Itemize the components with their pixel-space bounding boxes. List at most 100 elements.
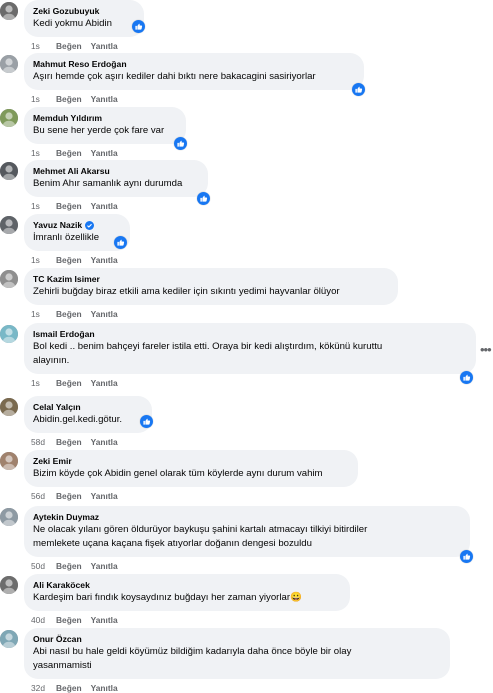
comment-text: alayının. <box>33 355 70 366</box>
timestamp[interactable]: 40d <box>31 615 47 625</box>
like-button[interactable]: Beğen <box>56 561 82 571</box>
comment-actions: 1s Beğen Yanıtla <box>31 148 118 158</box>
reply-button[interactable]: Yanıtla <box>91 94 118 104</box>
like-button[interactable]: Beğen <box>56 94 82 104</box>
comment-text: Bol kedi .. benim bahçeyi fareler istila… <box>33 341 383 352</box>
comment-actions: 32d Beğen Yanıtla <box>31 683 118 693</box>
like-button[interactable]: Beğen <box>56 255 82 265</box>
thumbs-up-icon[interactable] <box>132 20 145 33</box>
timestamp[interactable]: 1s <box>31 94 47 104</box>
reply-button[interactable]: Yanıtla <box>91 615 118 625</box>
comment-bubble: Zeki Gozubuyuk Kedi yokmu Abidin <box>24 0 144 37</box>
comment-bubble: Aytekin Duymaz Ne olacak yılanı gören öld… <box>24 506 470 557</box>
commenter-name[interactable]: Mahmut Reso Erdoğan <box>33 58 127 70</box>
like-button[interactable]: Beğen <box>56 491 82 501</box>
comment-actions: 1s Beğen Yanıtla <box>31 378 118 388</box>
commenter-name[interactable]: Zeki Emir <box>33 455 72 467</box>
comment-text: Kardeşim bari fındık koysaydınız buğdayı… <box>33 592 302 603</box>
commenter-name[interactable]: Zeki Gozubuyuk <box>33 5 99 17</box>
timestamp[interactable]: 1s <box>31 255 47 265</box>
timestamp[interactable]: 56d <box>31 491 47 501</box>
comment-actions: 1s Beğen Yanıtla <box>31 41 118 51</box>
more-options-icon[interactable]: ••• <box>480 343 493 357</box>
like-button[interactable]: Beğen <box>56 683 82 693</box>
commenter-name[interactable]: Celal Yalçın <box>33 401 81 413</box>
thumbs-up-icon[interactable] <box>460 371 473 384</box>
reply-button[interactable]: Yanıtla <box>91 683 118 693</box>
comment-actions: 1s Beğen Yanıtla <box>31 255 118 265</box>
comment-text: Bizim köyde çok Abidin genel olarak tüm … <box>33 468 323 479</box>
comment-bubble: Ismail Erdoğan Bol kedi .. benim bahçeyi … <box>24 323 476 374</box>
reply-button[interactable]: Yanıtla <box>91 148 118 158</box>
commenter-name[interactable]: Ali Karaköcek <box>33 579 90 591</box>
avatar[interactable] <box>0 452 18 470</box>
comment-text: Benim Ahır samanlık aynı durumda <box>33 178 183 189</box>
comment-bubble: Mahmut Reso Erdoğan Aşırı hemde çok aşırı… <box>24 53 364 90</box>
comment-actions: 1s Beğen Yanıtla <box>31 309 118 319</box>
timestamp[interactable]: 1s <box>31 378 47 388</box>
avatar[interactable] <box>0 162 18 180</box>
timestamp[interactable]: 50d <box>31 561 47 571</box>
comment-text: İmranlı özellikle <box>33 232 100 243</box>
commenter-name[interactable]: Aytekin Duymaz <box>33 511 99 523</box>
thumbs-up-icon[interactable] <box>140 415 153 428</box>
like-button[interactable]: Beğen <box>56 437 82 447</box>
avatar[interactable] <box>0 325 18 343</box>
comment-text: Abi nasıl bu hale geldi köyümüz bildiğim… <box>33 646 352 657</box>
reply-button[interactable]: Yanıtla <box>91 561 118 571</box>
reply-button[interactable]: Yanıtla <box>91 255 118 265</box>
commenter-name[interactable]: TC Kazim Isimer <box>33 273 100 285</box>
like-button[interactable]: Beğen <box>56 309 82 319</box>
commenter-name[interactable]: Mehmet Ali Akarsu <box>33 165 110 177</box>
like-button[interactable]: Beğen <box>56 148 82 158</box>
thumbs-up-icon[interactable] <box>174 137 187 150</box>
comment-actions: 50d Beğen Yanıtla <box>31 561 118 571</box>
comment-actions: 58d Beğen Yanıtla <box>31 437 118 447</box>
reply-button[interactable]: Yanıtla <box>91 201 118 211</box>
reply-button[interactable]: Yanıtla <box>91 41 118 51</box>
commenter-name[interactable]: Yavuz Nazik <box>33 219 82 231</box>
avatar[interactable] <box>0 55 18 73</box>
reply-button[interactable]: Yanıtla <box>91 437 118 447</box>
avatar[interactable] <box>0 109 18 127</box>
comment-bubble: TC Kazim Isimer Zehirli buğday biraz etki… <box>24 268 398 305</box>
comment-actions: 1s Beğen Yanıtla <box>31 94 118 104</box>
reply-button[interactable]: Yanıtla <box>91 309 118 319</box>
like-button[interactable]: Beğen <box>56 201 82 211</box>
avatar[interactable] <box>0 2 18 20</box>
comment-text: Abidin.gel.kedi.götur. <box>33 414 123 425</box>
timestamp[interactable]: 1s <box>31 201 47 211</box>
thumbs-up-icon[interactable] <box>197 192 210 205</box>
comment-bubble: Ali Karaköcek Kardeşim bari fındık koysay… <box>24 574 350 611</box>
comment-bubble: Memduh Yıldırım Bu sene her yerde çok far… <box>24 107 186 144</box>
comment-text: Kedi yokmu Abidin <box>33 18 112 29</box>
timestamp[interactable]: 1s <box>31 309 47 319</box>
comment-text: Bu sene her yerde çok fare var <box>33 125 165 136</box>
timestamp[interactable]: 32d <box>31 683 47 693</box>
commenter-name[interactable]: Ismail Erdoğan <box>33 328 95 340</box>
avatar[interactable] <box>0 216 18 234</box>
reply-button[interactable]: Yanıtla <box>91 491 118 501</box>
commenter-name[interactable]: Onur Özcan <box>33 633 82 645</box>
thumbs-up-icon[interactable] <box>460 550 473 563</box>
like-button[interactable]: Beğen <box>56 615 82 625</box>
comment-bubble: Onur Özcan Abi nasıl bu hale geldi köyümü… <box>24 628 450 679</box>
reply-button[interactable]: Yanıtla <box>91 378 118 388</box>
avatar[interactable] <box>0 630 18 648</box>
avatar[interactable] <box>0 270 18 288</box>
like-button[interactable]: Beğen <box>56 41 82 51</box>
timestamp[interactable]: 58d <box>31 437 47 447</box>
thumbs-up-icon[interactable] <box>114 236 127 249</box>
avatar[interactable] <box>0 576 18 594</box>
commenter-name[interactable]: Memduh Yıldırım <box>33 112 102 124</box>
comment-actions: 40d Beğen Yanıtla <box>31 615 118 625</box>
like-button[interactable]: Beğen <box>56 378 82 388</box>
timestamp[interactable]: 1s <box>31 41 47 51</box>
timestamp[interactable]: 1s <box>31 148 47 158</box>
avatar[interactable] <box>0 398 18 416</box>
avatar[interactable] <box>0 508 18 526</box>
thumbs-up-icon[interactable] <box>352 83 365 96</box>
comment-actions: 1s Beğen Yanıtla <box>31 201 118 211</box>
verified-badge-icon <box>85 220 95 230</box>
comment-text: Aşırı hemde çok aşırı kediler dahi bıktı… <box>33 71 316 82</box>
